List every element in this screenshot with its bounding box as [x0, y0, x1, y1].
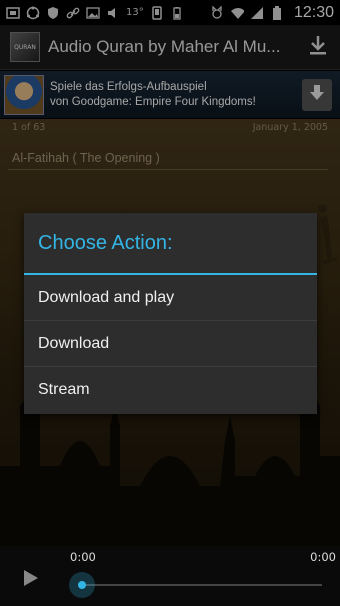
dialog-title: Choose Action:: [24, 213, 317, 275]
total-time: 0:00: [310, 550, 336, 564]
seek-thumb-dot: [78, 581, 86, 589]
play-button[interactable]: [20, 568, 40, 588]
stream-option[interactable]: Stream: [24, 367, 317, 413]
download-and-play-option[interactable]: Download and play: [24, 275, 317, 321]
current-time: 0:00: [70, 550, 96, 564]
seek-bar[interactable]: [80, 584, 322, 586]
play-icon: [20, 570, 40, 592]
choose-action-dialog: Choose Action: Download and play Downloa…: [24, 213, 317, 414]
download-option[interactable]: Download: [24, 321, 317, 367]
media-player: 0:00 0:00: [0, 546, 340, 606]
seek-thumb[interactable]: [69, 572, 95, 598]
